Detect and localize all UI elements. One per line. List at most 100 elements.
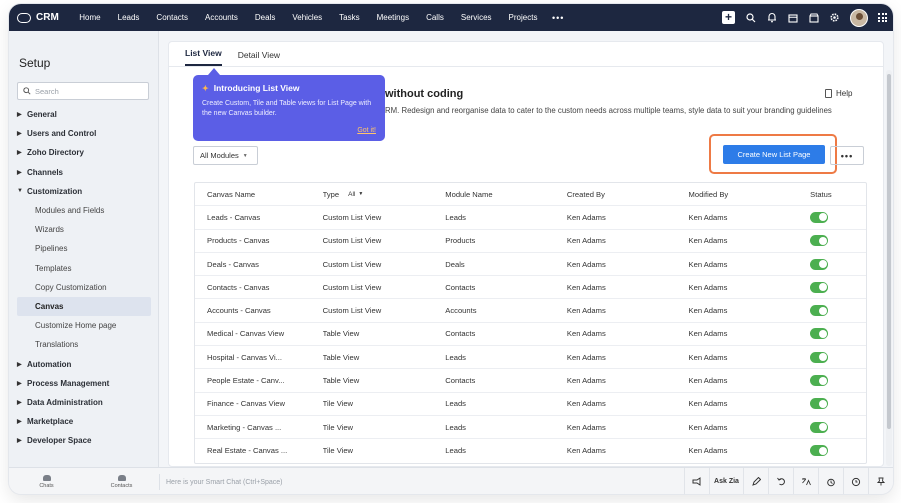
status-toggle[interactable] <box>810 328 829 340</box>
sidebar-item-templates[interactable]: Templates <box>9 259 159 278</box>
nav-tab-services[interactable]: Services <box>452 13 500 22</box>
canvas-name-cell[interactable]: Accounts - Canvas <box>195 306 323 315</box>
sidebar-item-marketplace[interactable]: ▶ Marketplace <box>9 412 159 431</box>
help-link[interactable]: Help <box>825 89 852 98</box>
undo-history-icon[interactable] <box>768 468 793 494</box>
marketplace-icon[interactable] <box>808 12 819 23</box>
tab-list-view[interactable]: List View <box>185 48 222 66</box>
notifications-icon[interactable] <box>766 12 777 23</box>
status-toggle[interactable] <box>810 398 829 410</box>
setup-search-input[interactable] <box>35 86 145 96</box>
sidebar-item-developer-space[interactable]: ▶ Developer Space <box>9 431 159 450</box>
table-row[interactable]: Marketing - Canvas ... Tile View Leads Ken … <box>195 416 866 440</box>
status-toggle[interactable] <box>810 375 829 387</box>
table-row[interactable]: People Estate - Canv... Table View Contact… <box>195 369 866 393</box>
status-toggle[interactable] <box>810 445 829 457</box>
sidebar-item-general[interactable]: ▶ General <box>9 105 159 124</box>
table-row[interactable]: Hospital - Canvas Vi... Table View Leads Ke… <box>195 346 866 370</box>
table-row[interactable]: Medical - Canvas View Table View Contacts K… <box>195 323 866 347</box>
status-toggle[interactable] <box>810 305 829 317</box>
setup-search[interactable] <box>17 82 149 100</box>
sidebar-item-wizards[interactable]: Wizards <box>9 220 159 239</box>
table-row[interactable]: Real Estate - Canvas ... Tile View Leads Ke… <box>195 439 866 462</box>
sidebar-item-translations[interactable]: Translations <box>9 335 159 354</box>
module-filter-dropdown[interactable]: All Modules ▼ <box>193 146 258 165</box>
canvas-name-cell[interactable]: Marketing - Canvas ... <box>195 423 323 432</box>
canvas-name-cell[interactable]: Products - Canvas <box>195 236 323 245</box>
canvas-name-cell[interactable]: Leads - Canvas <box>195 213 323 222</box>
app-grid-icon[interactable] <box>878 13 887 22</box>
sidebar-item-users-and-control[interactable]: ▶ Users and Control <box>9 124 159 143</box>
user-avatar[interactable] <box>850 8 868 27</box>
nav-tab-home[interactable]: Home <box>71 13 109 22</box>
sidebar-item-canvas[interactable]: Canvas <box>17 296 151 317</box>
status-toggle[interactable] <box>810 421 829 433</box>
sidebar-item-customization[interactable]: ▼ Customization <box>9 182 159 201</box>
type-filter-dropdown[interactable]: All <box>348 191 355 198</box>
status-toggle[interactable] <box>810 235 829 247</box>
canvas-name-cell[interactable]: Deals - Canvas <box>195 260 323 269</box>
sidebar-item-zoho-directory[interactable]: ▶ Zoho Directory <box>9 143 159 162</box>
scrollbar-thumb[interactable] <box>887 74 891 429</box>
sidebar-item-automation[interactable]: ▶ Automation <box>9 354 159 373</box>
edit-icon[interactable] <box>743 468 768 494</box>
nav-tab-deals[interactable]: Deals <box>246 13 283 22</box>
nav-tab-vehicles[interactable]: Vehicles <box>284 13 331 22</box>
nav-more-icon[interactable]: ••• <box>546 13 570 23</box>
recent-history-icon[interactable] <box>843 468 868 494</box>
nav-tab-tasks[interactable]: Tasks <box>331 13 368 22</box>
pin-icon[interactable] <box>868 468 893 494</box>
nav-tab-leads[interactable]: Leads <box>109 13 148 22</box>
contacts-button[interactable]: Contacts <box>84 468 159 494</box>
sidebar-item-modules-and-fields[interactable]: Modules and Fields <box>9 201 159 220</box>
chats-button[interactable]: Chats <box>9 468 84 494</box>
create-new-list-page-button[interactable]: Create New List Page <box>723 145 825 164</box>
nav-tab-contacts[interactable]: Contacts <box>148 13 197 22</box>
canvas-name-cell[interactable]: People Estate - Canv... <box>195 376 323 385</box>
smart-chat-input[interactable]: Here is your Smart Chat (Ctrl+Space) <box>159 474 671 490</box>
tab-detail-view[interactable]: Detail View <box>238 50 280 66</box>
table-row[interactable]: Contacts - Canvas Custom List View Contact… <box>195 276 866 300</box>
translate-icon[interactable] <box>793 468 818 494</box>
announcement-icon[interactable] <box>684 468 709 494</box>
alarm-clock-icon[interactable] <box>818 468 843 494</box>
status-toggle[interactable] <box>810 281 829 293</box>
sidebar-item-customize-home-page[interactable]: Customize Home page <box>9 316 159 335</box>
status-cell <box>810 328 866 340</box>
status-toggle[interactable] <box>810 211 829 223</box>
sidebar-item-label: Wizards <box>35 225 64 235</box>
canvas-name-cell[interactable]: Medical - Canvas View <box>195 329 323 338</box>
nav-tab-meetings[interactable]: Meetings <box>368 13 417 22</box>
table-row[interactable]: Leads - Canvas Custom List View Leads Ken A… <box>195 206 866 230</box>
nav-tab-projects[interactable]: Projects <box>500 13 546 22</box>
status-toggle[interactable] <box>810 258 829 270</box>
crm-logo[interactable]: CRM <box>17 12 59 23</box>
status-cell <box>810 375 866 387</box>
status-toggle[interactable] <box>810 351 829 363</box>
sidebar-item-label: Customize Home page <box>35 321 117 331</box>
canvas-name-cell[interactable]: Real Estate - Canvas ... <box>195 446 323 455</box>
nav-tab-calls[interactable]: Calls <box>418 13 453 22</box>
table-row[interactable]: Finance - Canvas View Tile View Leads Ken A… <box>195 393 866 416</box>
nav-tab-accounts[interactable]: Accounts <box>197 13 247 22</box>
settings-gear-icon[interactable] <box>829 12 840 23</box>
ask-zia-button[interactable]: Ask Zia <box>709 468 743 494</box>
calendar-icon[interactable] <box>787 12 798 23</box>
table-row[interactable]: Accounts - Canvas Custom List View Account… <box>195 299 866 323</box>
sidebar-item-channels[interactable]: ▶ Channels <box>9 163 159 182</box>
canvas-name-cell[interactable]: Finance - Canvas View <box>195 399 323 408</box>
more-options-button[interactable]: ••• <box>830 146 864 165</box>
table-row[interactable]: Deals - Canvas Custom List View Deals Ken A… <box>195 253 866 277</box>
sidebar-item-pipelines[interactable]: Pipelines <box>9 239 159 258</box>
sidebar-item-process-management[interactable]: ▶ Process Management <box>9 374 159 393</box>
quick-create-icon[interactable]: + <box>722 11 735 24</box>
search-icon[interactable] <box>745 12 756 23</box>
sidebar-item-data-administration[interactable]: ▶ Data Administration <box>9 393 159 412</box>
got-it-link[interactable]: Got it! <box>357 127 376 134</box>
canvas-name-cell[interactable]: Contacts - Canvas <box>195 283 323 292</box>
canvas-name-cell[interactable]: Hospital - Canvas Vi... <box>195 353 323 362</box>
vertical-scrollbar[interactable] <box>886 70 892 466</box>
table-row[interactable]: Products - Canvas Custom List View Product… <box>195 230 866 253</box>
modified-by-cell: Ken Adams <box>688 212 728 222</box>
sidebar-item-copy-customization[interactable]: Copy Customization <box>9 278 159 297</box>
